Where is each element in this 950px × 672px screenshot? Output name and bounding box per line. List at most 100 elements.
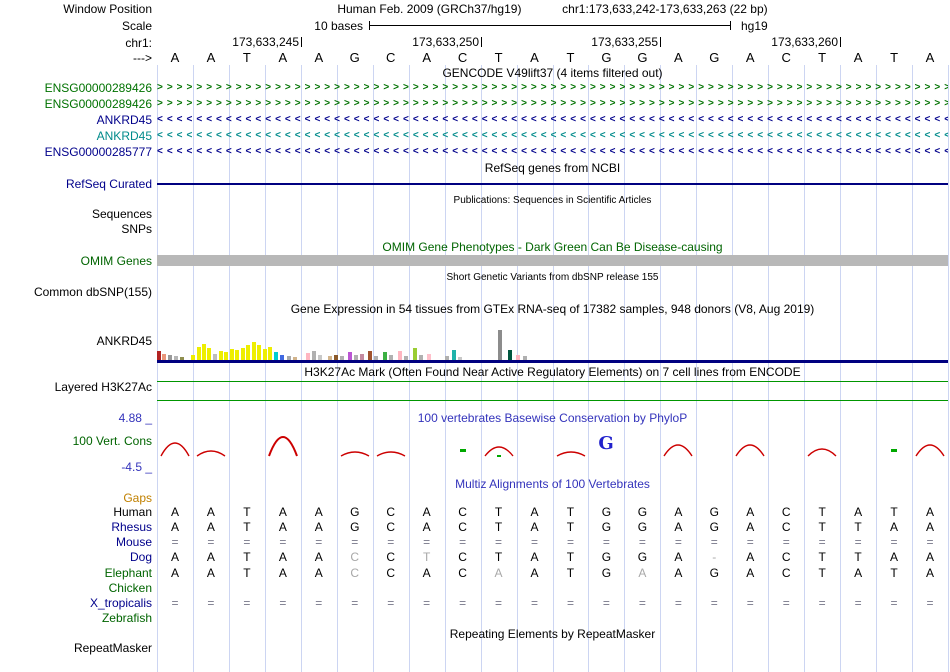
gene-label-ankrd45[interactable]: ANKRD45 <box>0 129 152 143</box>
alignment-base: T <box>854 520 862 534</box>
position-title: Human Feb. 2009 (GRCh37/hg19) chr1:173,6… <box>157 2 948 16</box>
alignment-base: = <box>566 596 574 610</box>
gtex-bar <box>312 351 316 360</box>
phylop-title[interactable]: 100 vertebrates Basewise Conservation by… <box>157 411 948 425</box>
snps-label[interactable]: SNPs <box>0 222 152 236</box>
alignment-base: = <box>459 596 467 610</box>
sequence-base: A <box>745 50 755 65</box>
species-label-rhesus[interactable]: Rhesus <box>0 520 152 534</box>
range-title: chr1:173,633,242-173,633,263 (22 bp) <box>562 2 768 16</box>
sequences-label[interactable]: Sequences <box>0 207 152 221</box>
alignment-base: A <box>206 520 215 534</box>
gene-track-row[interactable]: <<<<<<<<<<<<<<<<<<<<<<<<<<<<<<<<<<<<<<<<… <box>157 145 948 159</box>
phylop-negative-mark <box>459 449 466 452</box>
sequence-base: T <box>494 50 503 65</box>
alignment-base: = <box>387 596 395 610</box>
alignment-base: = <box>171 535 179 549</box>
gene-label-ensg00000289426[interactable]: ENSG00000289426 <box>0 81 152 95</box>
alignment-base: G <box>709 520 719 534</box>
alignment-base: A <box>674 520 683 534</box>
alignment-base: A <box>206 566 215 580</box>
alignment-base: A <box>746 505 755 519</box>
alignment-base: = <box>495 535 503 549</box>
refseq-curated-line[interactable] <box>157 183 948 185</box>
alignment-base: = <box>710 596 718 610</box>
sequence-base: T <box>242 50 251 65</box>
h3k27ac-label[interactable]: Layered H3K27Ac <box>0 380 152 394</box>
species-label-gaps[interactable]: Gaps <box>0 491 152 505</box>
alignment-base: T <box>422 550 431 564</box>
phylop-wiggle[interactable]: G <box>157 428 948 468</box>
gene-track-row[interactable]: <<<<<<<<<<<<<<<<<<<<<<<<<<<<<<<<<<<<<<<<… <box>157 113 948 127</box>
alignment-base: C <box>386 520 396 534</box>
alignment-base: C <box>781 550 791 564</box>
gtex-bar <box>368 351 372 360</box>
alignment-base: A <box>314 566 323 580</box>
phylop-peak <box>663 444 693 457</box>
alignment-base: G <box>601 550 612 564</box>
gtex-bar <box>508 350 512 360</box>
gene-label-ensg00000285777[interactable]: ENSG00000285777 <box>0 145 152 159</box>
h3k27ac-title[interactable]: H3K27Ac Mark (Often Found Near Active Re… <box>157 365 948 379</box>
multiz-title[interactable]: Multiz Alignments of 100 Vertebrates <box>157 477 948 491</box>
sequence-base: A <box>925 50 935 65</box>
alignment-base: = <box>459 535 467 549</box>
gene-label-ensg00000289426[interactable]: ENSG00000289426 <box>0 97 152 111</box>
alignment-base: = <box>423 535 431 549</box>
alignment-base: = <box>279 596 287 610</box>
scale-label: Scale <box>121 19 152 33</box>
alignment-base: T <box>818 550 826 564</box>
alignment-base: = <box>279 535 287 549</box>
gtex-baseline <box>157 360 948 363</box>
publications-title[interactable]: Publications: Sequences in Scientific Ar… <box>157 194 948 208</box>
gtex-bar <box>197 347 201 360</box>
sequence-base: A <box>422 50 431 65</box>
species-label-x_tropicalis[interactable]: X_tropicalis <box>0 596 152 610</box>
alignment-base: A <box>926 520 935 534</box>
species-label-zebrafish[interactable]: Zebrafish <box>0 611 152 625</box>
dbsnp-label[interactable]: Common dbSNP(155) <box>0 285 152 299</box>
alignment-base: A <box>278 550 287 564</box>
alignment-base: A <box>314 505 323 519</box>
species-label-dog[interactable]: Dog <box>0 550 152 564</box>
gtex-bar <box>413 348 417 360</box>
phylop-peak <box>484 446 514 457</box>
gencode-title[interactable]: GENCODE V49lift37 (4 items filtered out) <box>157 66 948 80</box>
repeatmasker-title[interactable]: Repeating Elements by RepeatMasker <box>157 627 948 641</box>
sequence-base: T <box>890 50 899 65</box>
gene-track-row[interactable]: >>>>>>>>>>>>>>>>>>>>>>>>>>>>>>>>>>>>>>>>… <box>157 81 948 95</box>
alignment-base: = <box>531 596 539 610</box>
conservation-track-label[interactable]: 100 Vert. Cons <box>0 434 152 448</box>
gtex-title[interactable]: Gene Expression in 54 tissues from GTEx … <box>157 302 948 316</box>
species-label-mouse[interactable]: Mouse <box>0 535 152 549</box>
gtex-gene-label[interactable]: ANKRD45 <box>0 334 152 348</box>
species-label-human[interactable]: Human <box>0 505 152 519</box>
tick-label: 173,633,245 <box>232 35 299 49</box>
alignment-base: = <box>926 596 934 610</box>
h3k27ac-top-line <box>157 381 948 382</box>
refseq-curated-label[interactable]: RefSeq Curated <box>0 177 152 191</box>
gene-track-row[interactable]: <<<<<<<<<<<<<<<<<<<<<<<<<<<<<<<<<<<<<<<<… <box>157 129 948 143</box>
alignment-base: = <box>746 535 754 549</box>
omim-title[interactable]: OMIM Gene Phenotypes - Dark Green Can Be… <box>157 240 948 254</box>
gene-label-ankrd45[interactable]: ANKRD45 <box>0 113 152 127</box>
gtex-bar <box>219 351 223 360</box>
alignment-base: A <box>278 505 287 519</box>
alignment-base: = <box>674 535 682 549</box>
omim-genes-label[interactable]: OMIM Genes <box>0 254 152 268</box>
alignment-base: T <box>494 550 503 564</box>
species-label-elephant[interactable]: Elephant <box>0 566 152 580</box>
gene-track-row[interactable]: >>>>>>>>>>>>>>>>>>>>>>>>>>>>>>>>>>>>>>>>… <box>157 97 948 111</box>
alignment-base: A <box>926 550 935 564</box>
repeatmasker-label[interactable]: RepeatMasker <box>0 641 152 655</box>
h3k27ac-signal-line[interactable] <box>157 400 948 401</box>
refseq-title[interactable]: RefSeq genes from NCBI <box>157 161 948 175</box>
alignment-base: T <box>566 550 575 564</box>
dbsnp-title[interactable]: Short Genetic Variants from dbSNP releas… <box>157 271 948 285</box>
alignment-base: A <box>206 505 215 519</box>
species-label-chicken[interactable]: Chicken <box>0 581 152 595</box>
alignment-base: A <box>278 520 287 534</box>
omim-gene-bar[interactable] <box>157 255 948 266</box>
alignment-base: T <box>854 550 862 564</box>
phylop-peak <box>376 451 406 457</box>
